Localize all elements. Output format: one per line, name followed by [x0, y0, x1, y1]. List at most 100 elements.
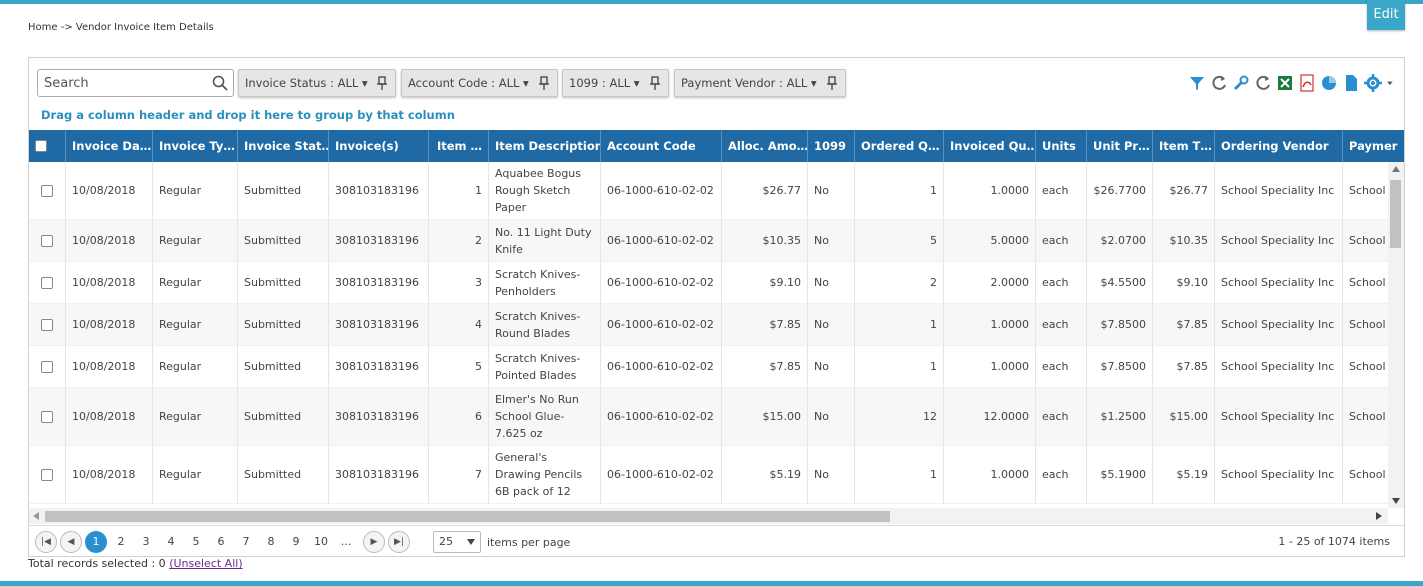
row-checkbox[interactable] — [41, 184, 53, 197]
column-header[interactable]: Invoice(s) — [329, 130, 429, 162]
column-header[interactable]: Invoice Ty… — [153, 130, 238, 162]
column-header[interactable]: Invoice Da… — [66, 130, 153, 162]
last-page-button[interactable]: ▶| — [388, 531, 410, 553]
select-all-checkbox[interactable] — [35, 140, 47, 152]
cell-text: General's Drawing Pencils 6B pack of 12 — [495, 451, 583, 498]
pin-icon[interactable] — [539, 76, 549, 90]
first-page-button[interactable]: |◀ — [35, 531, 57, 553]
page-number[interactable]: 9 — [285, 531, 307, 553]
scrollbar-thumb[interactable] — [45, 511, 890, 522]
cell-text: 6 — [475, 410, 482, 423]
chart-icon[interactable] — [1319, 73, 1339, 93]
row-checkbox[interactable] — [41, 410, 53, 423]
column-header[interactable]: Ordered Q… — [855, 130, 944, 162]
row-checkbox[interactable] — [41, 318, 53, 331]
cell-text: School — [1349, 360, 1386, 373]
column-header[interactable]: Units — [1036, 130, 1087, 162]
column-header[interactable]: Ordering Vendor — [1215, 130, 1343, 162]
filter-invoice-status[interactable]: Invoice Status : ALL ▾ — [238, 69, 396, 97]
row-checkbox[interactable] — [41, 234, 53, 247]
next-page-button[interactable]: ▶ — [363, 531, 385, 553]
scroll-left-icon[interactable] — [33, 512, 39, 520]
refresh-icon[interactable] — [1253, 73, 1273, 93]
grid-panel: Search Invoice Status : ALL ▾ Account Co… — [28, 57, 1405, 557]
page-number[interactable]: 7 — [235, 531, 257, 553]
column-header[interactable]: Unit Pr… — [1087, 130, 1153, 162]
pdf-icon[interactable] — [1297, 73, 1317, 93]
page-number[interactable]: 5 — [185, 531, 207, 553]
table-row[interactable]: 10/08/2018 Regular Submitted 308103183196 1 A… — [29, 162, 1388, 220]
search-placeholder: Search — [44, 76, 89, 91]
excel-icon[interactable] — [1275, 73, 1295, 93]
column-header[interactable]: Alloc. Amo… — [722, 130, 808, 162]
page-number[interactable]: 2 — [110, 531, 132, 553]
document-icon[interactable] — [1341, 73, 1361, 93]
cell-text: 2 — [930, 276, 937, 289]
table-row[interactable]: 10/08/2018 Regular Submitted 308103183196 3 S… — [29, 262, 1388, 304]
table-row[interactable]: 10/08/2018 Regular Submitted 308103183196 4 S… — [29, 304, 1388, 346]
refresh-icon[interactable] — [1209, 73, 1229, 93]
filter-account-code[interactable]: Account Code : ALL ▾ — [401, 69, 558, 97]
selected-count-label: Total records selected : 0 — [28, 557, 166, 570]
search-input[interactable]: Search — [37, 69, 234, 97]
filter-payment-vendor[interactable]: Payment Vendor : ALL ▾ — [674, 69, 846, 97]
page-number[interactable]: 6 — [210, 531, 232, 553]
units-cell: each — [1036, 220, 1087, 261]
row-checkbox[interactable] — [41, 468, 53, 481]
ordering-vendor-cell: School Speciality Inc — [1215, 162, 1343, 219]
table-row[interactable]: 10/08/2018 Regular Submitted 308103183196 5 S… — [29, 346, 1388, 388]
wrench-icon[interactable] — [1231, 73, 1251, 93]
cell-text: 308103183196 — [335, 410, 419, 423]
row-checkbox[interactable] — [41, 360, 53, 373]
scroll-down-icon[interactable] — [1392, 498, 1400, 504]
row-checkbox[interactable] — [41, 276, 53, 289]
page-number[interactable]: 4 — [160, 531, 182, 553]
invoice-type-cell: Regular — [153, 220, 238, 261]
column-header[interactable]: Item T… — [1153, 130, 1215, 162]
edit-button[interactable]: Edit — [1367, 0, 1405, 30]
page-number[interactable]: 10 — [310, 531, 332, 553]
page-size-select[interactable]: 25 — [433, 531, 481, 553]
cell-text: $10.35 — [1169, 234, 1209, 247]
column-header[interactable]: 1099 — [808, 130, 855, 162]
table-row[interactable]: 10/08/2018 Regular Submitted 308103183196 6 E… — [29, 388, 1388, 446]
column-header[interactable]: Item … — [429, 130, 489, 162]
account-code-cell: 06-1000-610-02-02 — [601, 346, 722, 387]
column-header[interactable]: Paymer — [1343, 130, 1404, 162]
gear-icon[interactable] — [1363, 73, 1383, 93]
filter-label: Account Code : ALL ▾ — [408, 76, 529, 90]
ordering-vendor-cell: School Speciality Inc — [1215, 346, 1343, 387]
page-size-value: 25 — [439, 535, 453, 548]
page-number[interactable]: 3 — [135, 531, 157, 553]
column-header[interactable]: Account Code — [601, 130, 722, 162]
column-header[interactable]: Item Description — [489, 130, 601, 162]
unit-price-cell: $4.5500 — [1087, 262, 1153, 303]
search-icon[interactable] — [212, 75, 228, 91]
scrollbar-thumb[interactable] — [1390, 180, 1401, 248]
row-select-cell — [29, 162, 66, 219]
page-number[interactable]: 1 — [85, 531, 107, 553]
prev-page-button[interactable]: ◀ — [60, 531, 82, 553]
vertical-scrollbar[interactable] — [1388, 162, 1404, 508]
filter-icon[interactable] — [1187, 73, 1207, 93]
unselect-all-link[interactable]: (Unselect All) — [169, 557, 242, 570]
cell-text: School Speciality Inc — [1221, 318, 1335, 331]
horizontal-scrollbar[interactable] — [29, 508, 1388, 524]
alloc-amount-cell: $26.77 — [722, 162, 808, 219]
account-code-cell: 06-1000-610-02-02 — [601, 162, 722, 219]
pin-icon[interactable] — [377, 76, 387, 90]
table-row[interactable]: 10/08/2018 Regular Submitted 308103183196 2 N… — [29, 220, 1388, 262]
filter-1099[interactable]: 1099 : ALL ▾ — [562, 69, 669, 97]
page-number[interactable]: 8 — [260, 531, 282, 553]
scroll-right-icon[interactable] — [1376, 512, 1382, 520]
column-header[interactable]: Invoice Stat… — [238, 130, 329, 162]
chevron-down-icon[interactable] — [1385, 73, 1399, 93]
table-row[interactable]: 10/08/2018 Regular Submitted 308103183196 7 G… — [29, 446, 1388, 504]
ordered-qty-cell: 5 — [855, 220, 944, 261]
page-number[interactable]: ... — [335, 531, 357, 553]
pin-icon[interactable] — [650, 76, 660, 90]
pin-icon[interactable] — [827, 76, 837, 90]
cell-text: Scratch Knives-Pointed Blades — [495, 351, 581, 382]
column-header[interactable]: Invoiced Qu… — [944, 130, 1036, 162]
scroll-up-icon[interactable] — [1392, 166, 1400, 172]
